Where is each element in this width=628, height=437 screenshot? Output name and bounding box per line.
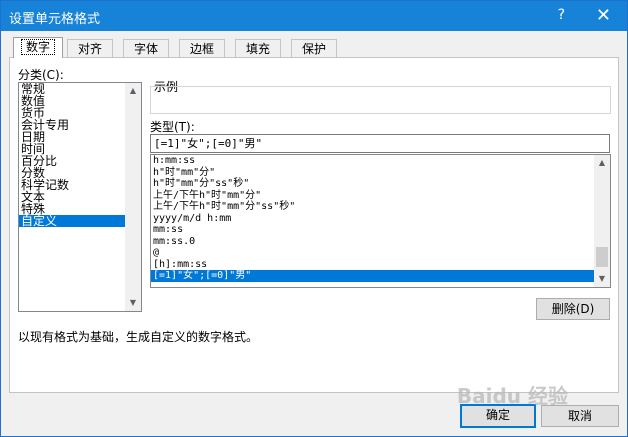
format-list-scrollbar[interactable]: ▲ ▼ bbox=[594, 155, 610, 287]
format-code-item[interactable]: 上午/下午h"时"mm"分" bbox=[151, 190, 610, 202]
scroll-down-icon[interactable]: ▼ bbox=[594, 271, 610, 287]
format-code-item[interactable]: h"时"mm"分"ss"秒" bbox=[151, 178, 610, 190]
category-list[interactable]: 常规 数值 货币 会计专用 日期 时间 百分比 分数 科学记数 文本 特殊 自定… bbox=[18, 82, 142, 312]
number-tab-panel: 分类(C): 常规 数值 货币 会计专用 日期 时间 百分比 分数 科学记数 文… bbox=[9, 57, 619, 393]
type-input[interactable]: [=1]"女";[=0]"男" bbox=[150, 134, 610, 153]
close-button[interactable]: ✕ bbox=[596, 5, 611, 26]
format-code-item-selected[interactable]: [=1]"女";[=0]"男" bbox=[151, 270, 610, 282]
format-code-item[interactable]: h:mm:ss bbox=[151, 155, 610, 167]
format-code-item[interactable]: [h]:mm:ss bbox=[151, 259, 610, 271]
category-item-selected[interactable]: 自定义 bbox=[19, 215, 141, 227]
scroll-up-icon[interactable]: ▲ bbox=[125, 83, 141, 99]
format-code-item[interactable]: mm:ss.0 bbox=[151, 236, 610, 248]
format-cells-dialog: 设置单元格格式 ? ✕ 数字 对齐 字体 边框 填充 保护 分类(C): 常规 … bbox=[0, 0, 628, 437]
category-label: 分类(C): bbox=[18, 68, 64, 82]
type-label: 类型(T): bbox=[150, 120, 195, 134]
format-code-item[interactable]: 上午/下午h"时"mm"分"ss"秒" bbox=[151, 201, 610, 213]
tab-font[interactable]: 字体 bbox=[123, 39, 169, 58]
title-bar: 设置单元格格式 ? ✕ bbox=[1, 1, 627, 31]
dialog-title: 设置单元格格式 bbox=[9, 12, 101, 27]
tab-fill[interactable]: 填充 bbox=[235, 39, 281, 58]
category-scrollbar[interactable]: ▲ ▼ bbox=[125, 83, 141, 311]
baidu-watermark: Baidu 经验 bbox=[456, 384, 568, 408]
format-code-item[interactable]: yyyy/m/d h:mm bbox=[151, 213, 610, 225]
delete-button[interactable]: 删除(D) bbox=[536, 298, 610, 320]
scroll-up-icon[interactable]: ▲ bbox=[594, 155, 610, 171]
tab-number[interactable]: 数字 bbox=[13, 37, 63, 58]
tab-protection[interactable]: 保护 bbox=[291, 39, 337, 58]
format-code-item[interactable]: @ bbox=[151, 247, 610, 259]
format-code-item[interactable]: mm:ss bbox=[151, 224, 610, 236]
tab-alignment[interactable]: 对齐 bbox=[67, 39, 113, 58]
scroll-thumb[interactable] bbox=[596, 247, 608, 267]
sample-preview bbox=[150, 86, 611, 114]
scroll-down-icon[interactable]: ▼ bbox=[125, 295, 141, 311]
format-code-item[interactable]: h"时"mm"分" bbox=[151, 167, 610, 179]
format-code-list[interactable]: h:mm:ss h"时"mm"分" h"时"mm"分"ss"秒" 上午/下午h"… bbox=[150, 154, 611, 288]
help-button[interactable]: ? bbox=[558, 7, 565, 23]
tab-border[interactable]: 边框 bbox=[179, 39, 225, 58]
format-description: 以现有格式为基础，生成自定义的数字格式。 bbox=[18, 330, 259, 344]
